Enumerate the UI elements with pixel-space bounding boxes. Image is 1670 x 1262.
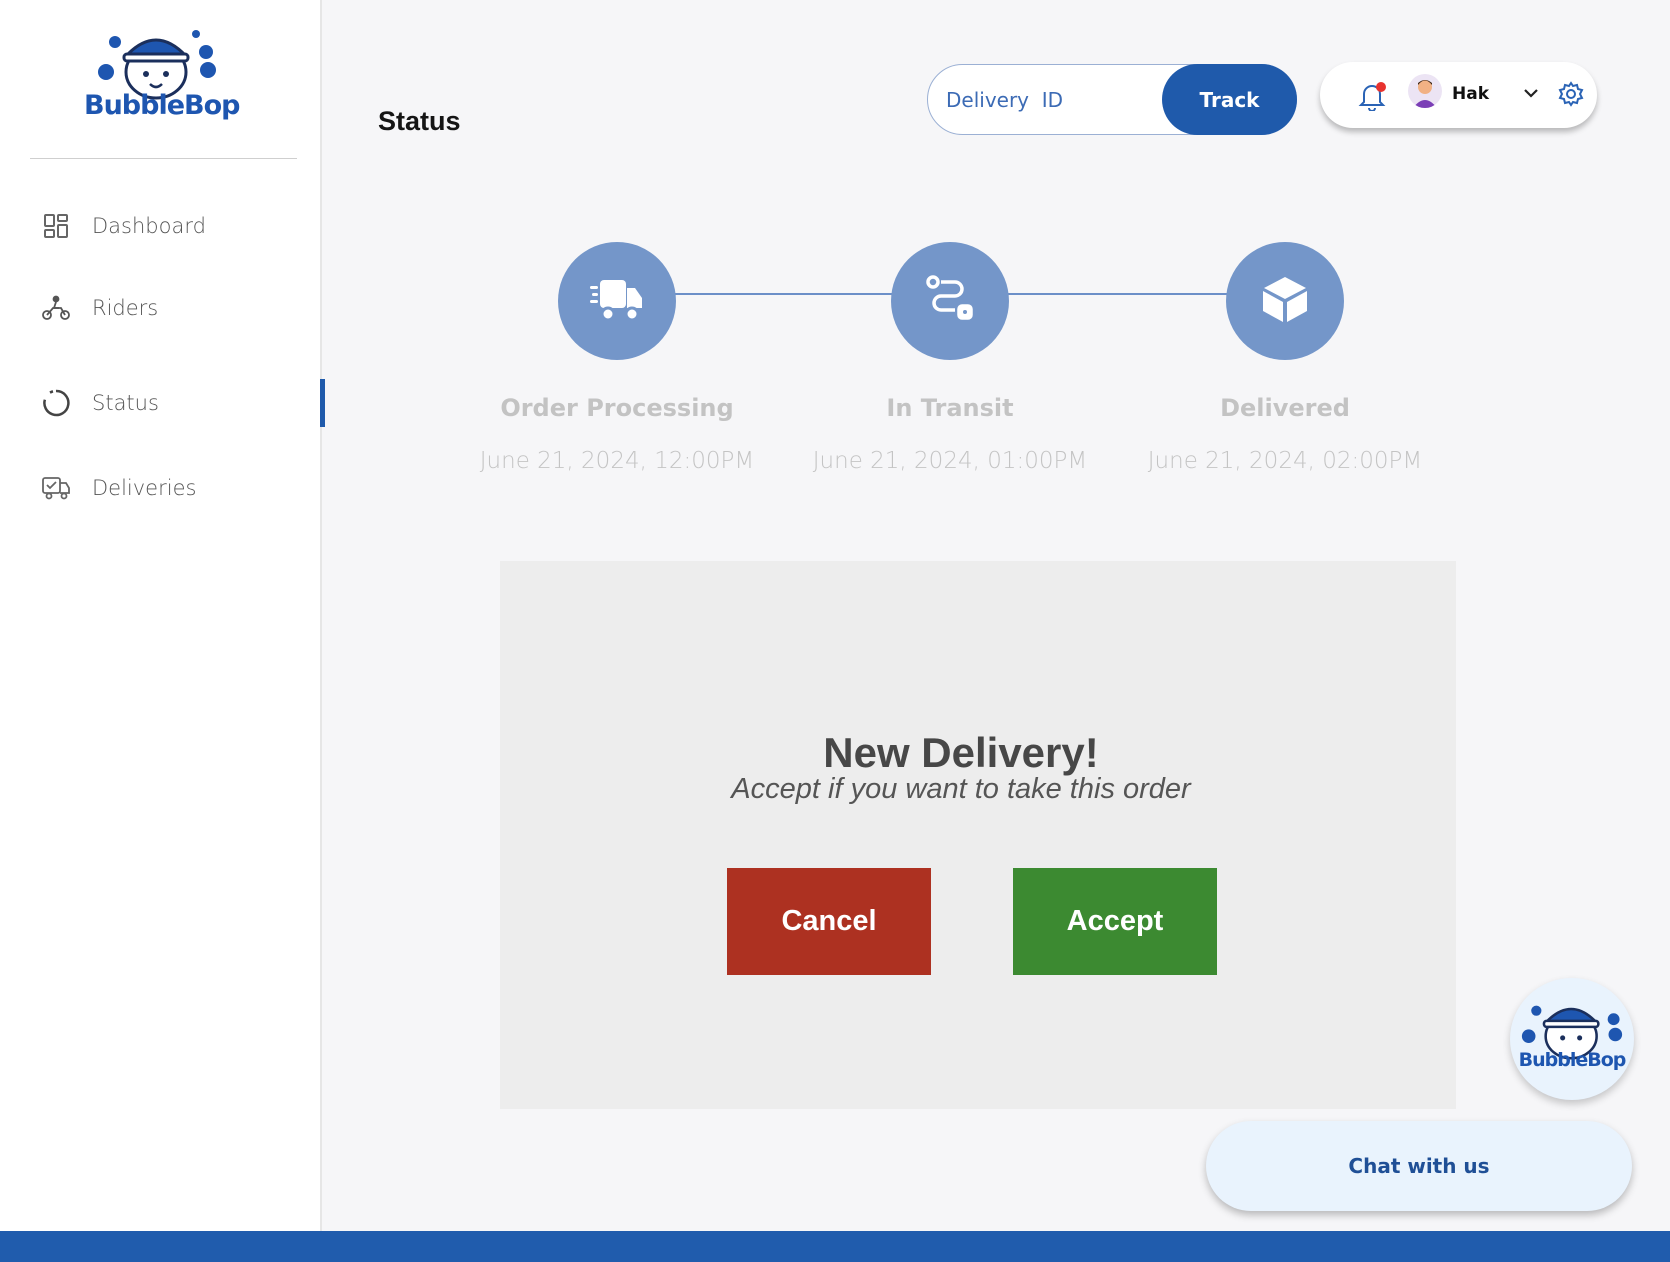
mascot-icon: [98, 30, 216, 100]
active-indicator: [320, 379, 325, 427]
box-icon: [1260, 274, 1310, 329]
step-date: June 21, 2024, 01:00PM: [812, 448, 1088, 474]
dialog-title: New Delivery!: [823, 729, 1099, 776]
track-button[interactable]: Track: [1162, 64, 1297, 135]
accept-button[interactable]: Accept: [1013, 868, 1217, 975]
step-title: Order Processing: [500, 394, 734, 422]
circle-progress-icon: [40, 387, 72, 419]
step-date: June 21, 2024, 12:00PM: [479, 448, 755, 474]
grid-icon: [40, 210, 72, 242]
new-delivery-dialog: New Delivery! Accept if you want to take…: [500, 561, 1456, 1109]
timeline-connector: [1008, 293, 1228, 295]
chat-mascot-button[interactable]: BubbleBop: [1510, 978, 1634, 1100]
page-title: Status: [378, 106, 461, 136]
sidebar-item-label: Deliveries: [92, 476, 197, 500]
brand-name: BubbleBop: [84, 90, 240, 121]
user-name: Hak: [1452, 84, 1490, 104]
dialog-subtitle: Accept if you want to take this order: [731, 773, 1191, 805]
step-delivered: [1226, 242, 1344, 360]
sidebar-item-label: Dashboard: [92, 214, 206, 238]
sidebar-item-label: Riders: [92, 296, 159, 320]
footer-bar: [0, 1231, 1670, 1262]
sidebar-item-riders[interactable]: Riders: [40, 288, 158, 328]
chevron-down-icon[interactable]: [1522, 86, 1540, 100]
notification-dot: [1376, 82, 1386, 92]
step-date: June 21, 2024, 02:00PM: [1147, 448, 1423, 474]
brand-name: BubbleBop: [1518, 1049, 1627, 1071]
track-search-bar: Track: [927, 64, 1297, 135]
gear-icon[interactable]: [1558, 81, 1584, 107]
motorbike-icon: [40, 292, 72, 324]
sidebar-item-dashboard[interactable]: Dashboard: [40, 206, 206, 246]
chat-button[interactable]: Chat with us: [1206, 1121, 1632, 1211]
step-in-transit: [891, 242, 1009, 360]
sidebar-item-status[interactable]: Status: [40, 383, 159, 423]
step-title: Delivered: [1220, 394, 1350, 422]
truck-check-icon: [40, 472, 72, 504]
route-icon: [925, 274, 975, 329]
sidebar-item-deliveries[interactable]: Deliveries: [40, 468, 196, 508]
step-order-processing: [558, 242, 676, 360]
timeline-connector: [674, 293, 894, 295]
delivery-id-input[interactable]: [946, 83, 1146, 117]
step-title: In Transit: [886, 394, 1014, 422]
sidebar: BubbleBop Dashboard Riders Status Delive…: [0, 0, 322, 1231]
fast-truck-icon: [590, 274, 644, 329]
sidebar-item-label: Status: [92, 391, 159, 415]
avatar[interactable]: [1408, 74, 1442, 108]
cancel-button[interactable]: Cancel: [727, 868, 931, 975]
sidebar-divider: [30, 158, 297, 159]
brand-logo[interactable]: BubbleBop: [84, 20, 240, 132]
user-menu: Hak: [1320, 62, 1597, 128]
